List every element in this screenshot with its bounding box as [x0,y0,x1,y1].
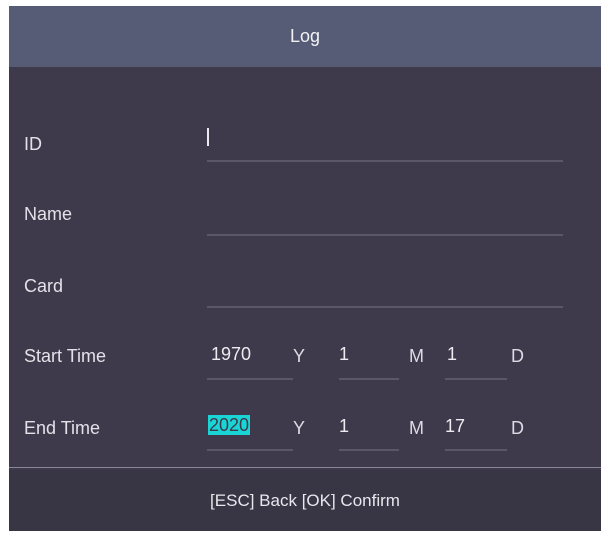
end-month-underline [339,449,399,451]
end-day-underline [445,449,507,451]
start-day-unit: D [511,346,524,366]
end-year-unit: Y [293,418,306,438]
end-time-label: End Time [24,418,101,438]
end-year-value: 2020 [208,415,251,435]
end-month-unit: M [409,418,424,438]
start-year-value: 1970 [211,344,252,364]
id-field-underline [207,160,563,162]
id-label: ID [24,134,42,154]
end-day-unit: D [511,418,524,438]
key-hint: [ESC] Back [OK] Confirm [210,490,400,510]
start-day-underline [445,378,507,380]
text-cursor [207,128,209,146]
log-search-screen: Log ID Name Card Start Time 1970 Y 1 M 1… [9,6,601,531]
start-year-underline [207,378,293,380]
card-field-underline [207,306,563,308]
end-month-value: 1 [339,416,350,436]
end-year-underline [207,449,293,451]
start-month-underline [339,378,399,380]
page-title: Log [289,26,321,46]
start-day-value: 1 [447,344,458,364]
footer-bar: [ESC] Back [OK] Confirm [9,470,601,531]
footer-divider [9,467,601,468]
title-bar: Log [9,6,601,67]
end-day-value: 17 [445,416,466,436]
name-label: Name [24,204,73,224]
card-label: Card [24,276,64,296]
start-month-value: 1 [339,344,350,364]
start-time-label: Start Time [24,346,107,366]
name-field-underline [207,234,563,236]
start-year-unit: Y [293,346,306,366]
start-month-unit: M [409,346,424,366]
